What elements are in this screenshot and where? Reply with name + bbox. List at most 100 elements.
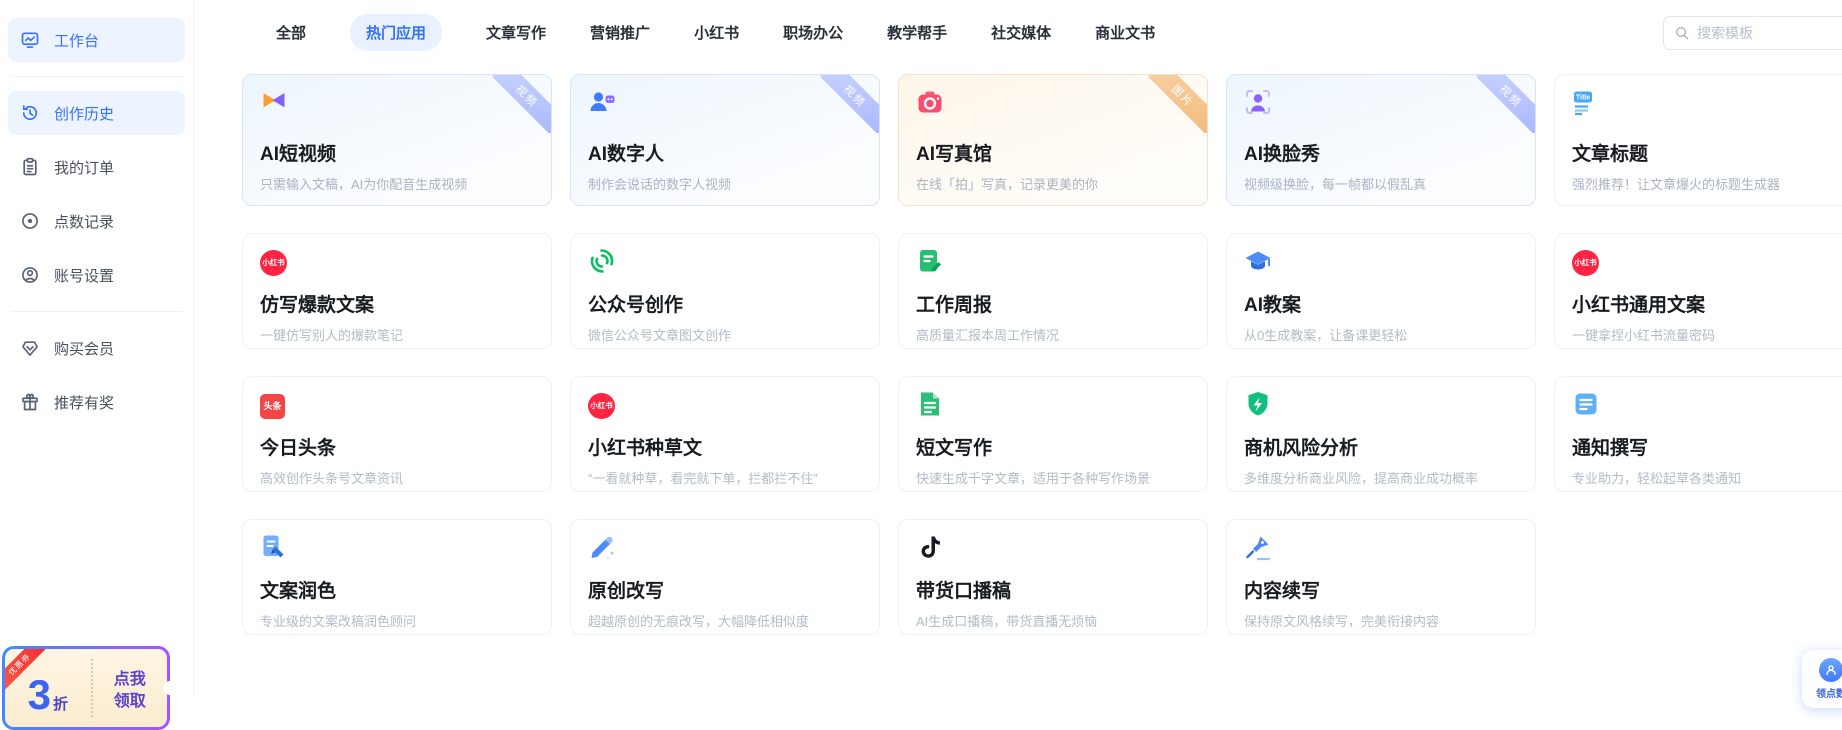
- title-badge-icon: Title: [1572, 88, 1600, 121]
- card-title: 商机风险分析: [1244, 438, 1359, 459]
- tab-all[interactable]: 全部: [276, 22, 306, 43]
- xiaohongshu-logo-icon: 小红书: [1572, 250, 1599, 276]
- card-description: 制作会说话的数字人视频: [588, 177, 732, 192]
- template-card-short-essay[interactable]: 短文写作 快速生成千字文章，适用于各种写作场景: [898, 376, 1208, 492]
- sidebar-item-label: 账号设置: [54, 267, 115, 285]
- card-description: 只需输入文稿，AI为你配音生成视频: [260, 177, 468, 192]
- tab-marketing[interactable]: 营销推广: [590, 22, 650, 43]
- continue-writing-icon: [1244, 533, 1272, 566]
- card-title: 原创改写: [588, 581, 665, 602]
- tab-article[interactable]: 文章写作: [486, 22, 546, 43]
- tab-teaching[interactable]: 教学帮手: [887, 22, 947, 43]
- template-card-notice-writing[interactable]: 通知撰写 专业助力，轻松起草各类通知: [1554, 376, 1842, 492]
- card-description: 快速生成千字文章，适用于各种写作场景: [916, 471, 1151, 486]
- sidebar-item-orders[interactable]: 我的订单: [8, 145, 185, 189]
- points-claim-widget[interactable]: 领点数: [1802, 650, 1842, 708]
- sidebar-item-membership[interactable]: 购买会员: [8, 326, 185, 370]
- template-card-ai-face-swap[interactable]: AI换脸秀 视频级换脸，每一帧都以假乱真 视频: [1226, 74, 1536, 206]
- card-title: AI写真馆: [916, 144, 993, 165]
- tab-hot[interactable]: 热门应用: [350, 14, 443, 51]
- card-title: AI数字人: [588, 144, 665, 165]
- card-title: 今日头条: [260, 438, 337, 459]
- sidebar-item-label: 购买会员: [54, 340, 115, 358]
- face-swap-icon: [1244, 88, 1272, 121]
- template-card-live-script[interactable]: 带货口播稿 AI生成口播稿，带货直播无烦恼: [898, 519, 1208, 635]
- xiaohongshu-logo-icon: 小红书: [260, 250, 287, 276]
- lesson-plan-icon: [1244, 247, 1272, 280]
- gift-icon: [20, 392, 40, 412]
- weekly-report-icon: [916, 247, 944, 280]
- coin-person-icon: [1819, 658, 1842, 682]
- sidebar-item-workbench[interactable]: 工作台: [8, 18, 185, 62]
- sidebar-item-label: 点数记录: [54, 213, 115, 231]
- card-description: 一键仿写别人的爆款笔记: [260, 328, 404, 343]
- history-icon: [20, 103, 40, 123]
- sidebar-item-history[interactable]: 创作历史: [8, 91, 185, 135]
- card-title: AI短视频: [260, 144, 337, 165]
- template-card-toutiao[interactable]: 头条 今日头条 高效创作头条号文章资讯: [242, 376, 552, 492]
- sidebar-item-label: 推荐有奖: [54, 394, 115, 412]
- sidebar-nav: 工作台 创作历史 我的订单 点数记录 账号设置 购买会员 推荐有奖: [0, 18, 193, 424]
- sidebar-item-referral[interactable]: 推荐有奖: [8, 380, 185, 424]
- points-claim-label: 领点数: [1816, 689, 1842, 700]
- template-card-weekly-report[interactable]: 工作周报 高质量汇报本周工作情况: [898, 233, 1208, 349]
- sidebar-item-account[interactable]: 账号设置: [8, 253, 185, 297]
- account-icon: [20, 265, 40, 285]
- template-card-ai-lesson-plan[interactable]: AI教案 从0生成教案，让备课更轻松: [1226, 233, 1536, 349]
- rewrite-pencil-icon: [588, 533, 616, 566]
- notice-icon: [1572, 390, 1600, 423]
- template-card-xhs-general-copy[interactable]: 小红书 小红书通用文案 一键拿捏小红书流量密码: [1554, 233, 1842, 349]
- card-title: 文案润色: [260, 581, 337, 602]
- template-card-ai-photo-studio[interactable]: AI写真馆 在线「拍」写真，记录更美的你 图片: [898, 74, 1208, 206]
- template-card-business-risk[interactable]: 商机风险分析 多维度分析商业风险，提高商业成功概率: [1226, 376, 1536, 492]
- sidebar-item-label: 创作历史: [54, 105, 115, 123]
- template-card-xhs-seeding-post[interactable]: 小红书 小红书种草文 “一看就种草，看完就下单，拦都拦不住”: [570, 376, 880, 492]
- short-essay-icon: [916, 390, 944, 423]
- card-title: 文章标题: [1572, 144, 1649, 165]
- search-icon: [1674, 25, 1690, 41]
- card-description: 从0生成教案，让备课更轻松: [1244, 328, 1408, 343]
- svg-text:Title: Title: [1576, 94, 1590, 101]
- polish-icon: [260, 533, 288, 566]
- template-card-article-title[interactable]: Title 文章标题 强烈推荐！让文章爆火的标题生成器: [1554, 74, 1842, 206]
- card-description: 在线「拍」写真，记录更美的你: [916, 177, 1099, 192]
- template-card-ai-digital-human[interactable]: AI数字人 制作会说话的数字人视频 视频: [570, 74, 880, 206]
- tab-xiaohongshu[interactable]: 小红书: [694, 22, 739, 43]
- search-input[interactable]: [1697, 25, 1827, 41]
- vip-icon: [20, 338, 40, 358]
- card-title: 小红书通用文案: [1572, 295, 1706, 316]
- card-title: 仿写爆款文案: [260, 295, 375, 316]
- template-card-copy-hot-posts[interactable]: 小红书 仿写爆款文案 一键仿写别人的爆款笔记: [242, 233, 552, 349]
- orders-icon: [20, 157, 40, 177]
- camera-icon: [916, 88, 944, 121]
- card-description: 强烈推荐！让文章爆火的标题生成器: [1572, 177, 1781, 192]
- coupon-banner[interactable]: 优惠券 3 折 点我 领取: [2, 646, 177, 730]
- card-description: 超越原创的无痕改写，大幅降低相似度: [588, 614, 810, 629]
- tab-office[interactable]: 职场办公: [783, 22, 843, 43]
- tab-social[interactable]: 社交媒体: [991, 22, 1051, 43]
- template-card-original-rewrite[interactable]: 原创改写 超越原创的无痕改写，大幅降低相似度: [570, 519, 880, 635]
- tiktok-icon: [916, 533, 944, 566]
- template-card-wechat-official[interactable]: 公众号创作 微信公众号文章图文创作: [570, 233, 880, 349]
- card-description: 多维度分析商业风险，提高商业成功概率: [1244, 471, 1479, 486]
- template-card-ai-short-video[interactable]: AI短视频 只需输入文稿，AI为你配音生成视频 视频: [242, 74, 552, 206]
- sidebar-item-points[interactable]: 点数记录: [8, 199, 185, 243]
- card-title: AI教案: [1244, 295, 1302, 316]
- card-title: 带货口播稿: [916, 581, 1012, 602]
- template-card-content-continue[interactable]: 内容续写 保持原文风格续写，完美衔接内容: [1226, 519, 1536, 635]
- points-icon: [20, 211, 40, 231]
- sidebar: 工作台 创作历史 我的订单 点数记录 账号设置 购买会员 推荐有奖 优惠券 3 …: [0, 0, 194, 730]
- search-box: [1663, 16, 1842, 50]
- tab-business[interactable]: 商业文书: [1095, 22, 1155, 43]
- risk-shield-icon: [1244, 390, 1272, 423]
- card-title: AI换脸秀: [1244, 144, 1321, 165]
- card-description: 专业级的文案改稿润色顾问: [260, 614, 417, 629]
- template-card-copy-polish[interactable]: 文案润色 专业级的文案改稿润色顾问: [242, 519, 552, 635]
- coupon-cta: 点我 领取: [113, 671, 146, 710]
- short-video-icon: [260, 88, 288, 121]
- digital-human-icon: [588, 88, 616, 121]
- coupon-notch: [163, 681, 177, 695]
- card-title: 工作周报: [916, 295, 993, 316]
- card-title: 内容续写: [1244, 581, 1321, 602]
- coupon-discount-unit: 折: [52, 696, 68, 713]
